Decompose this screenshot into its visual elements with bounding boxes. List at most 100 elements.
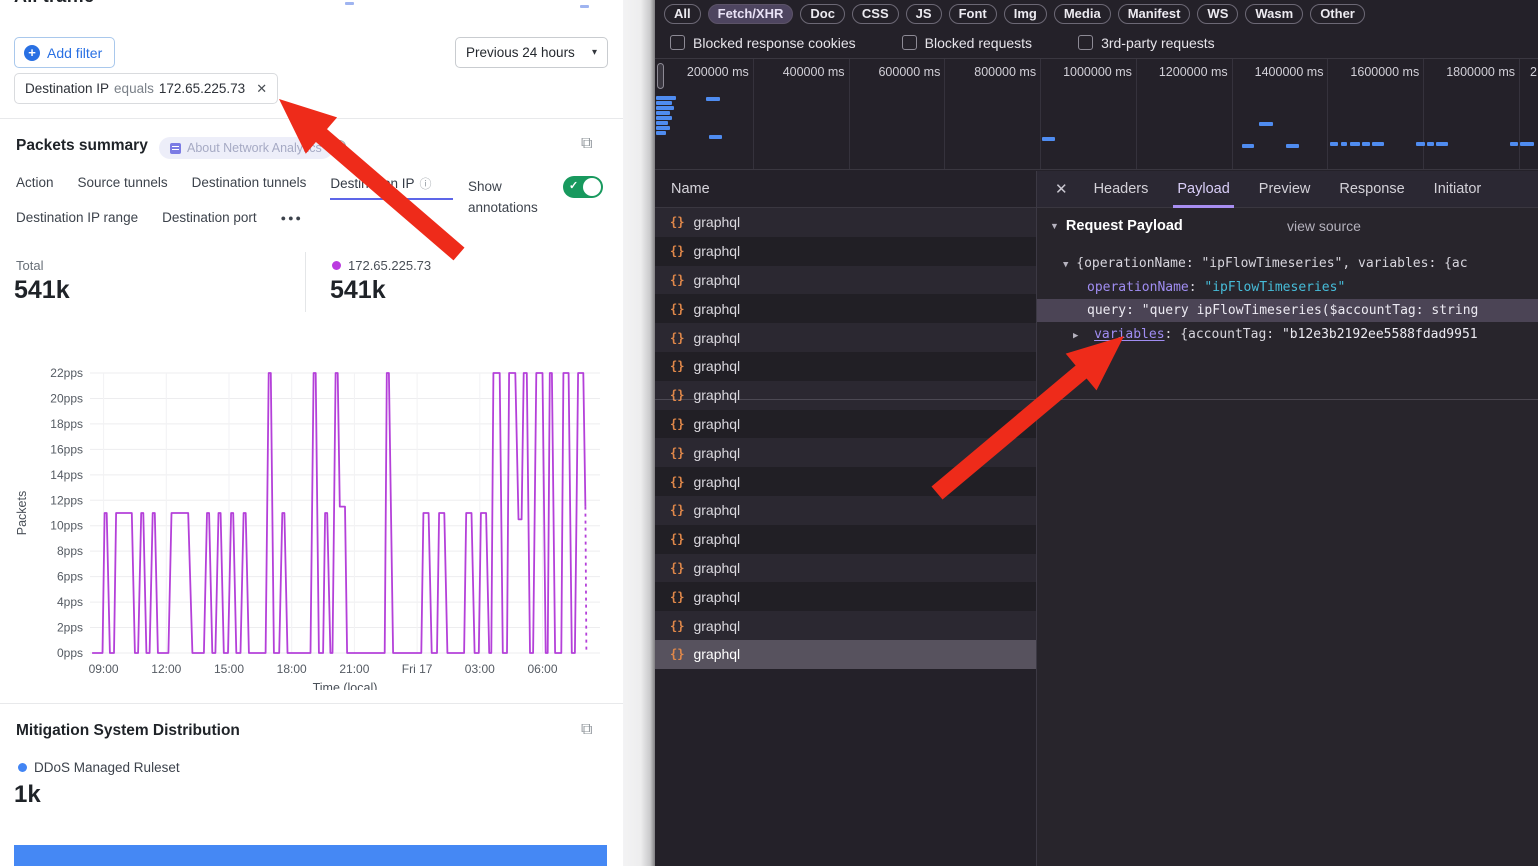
details-tab-initiator[interactable]: Initiator [1434, 171, 1482, 208]
svg-text:12pps: 12pps [50, 493, 83, 507]
request-name: graphql [693, 502, 740, 518]
tab-destination-ip[interactable]: Destination IPⓘ [330, 175, 431, 200]
filter-chip[interactable]: Destination IP equals 172.65.225.73 ✕ [14, 73, 278, 104]
svg-text:12:00: 12:00 [151, 662, 181, 676]
timeline-drag-handle[interactable] [657, 63, 664, 89]
payload-line-query-selected[interactable]: query: "query ipFlowTimeseries($accountT… [1037, 299, 1538, 322]
request-rows: {} graphql {} graphql {} graphql {} graphql {} gr… [655, 208, 1036, 669]
stat-total-value: 541k [14, 276, 70, 305]
chevron-down-icon: ▾ [592, 47, 597, 58]
request-name: graphql [693, 589, 740, 605]
graphql-json-icon: {} [670, 590, 684, 604]
request-row[interactable]: {}graphql [655, 496, 1036, 525]
graphql-json-icon: {} [670, 388, 684, 402]
request-name: graphql [693, 387, 740, 403]
packets-summary-title: Packets summary [16, 137, 148, 155]
graphql-json-icon: {} [670, 475, 684, 489]
add-filter-button[interactable]: + Add filter [14, 37, 115, 68]
request-row[interactable]: {}graphql [655, 410, 1036, 439]
checkbox-icon[interactable] [902, 35, 917, 50]
tabs-overflow-icon[interactable]: ●●● [281, 213, 303, 231]
filter-chip-field: Destination IP [25, 81, 109, 96]
payload-line-variables[interactable]: ▶ variables: {accountTag: "b12e3b2192ee5… [1037, 323, 1538, 346]
time-range-dropdown[interactable]: Previous 24 hours ▾ [455, 37, 608, 68]
request-row[interactable]: {}graphql [655, 525, 1036, 554]
request-name: graphql [693, 618, 740, 634]
request-row[interactable]: {} graphql [655, 582, 1036, 611]
request-row[interactable]: {}graphql [655, 640, 1036, 669]
show-annotations-toggle[interactable]: ✓ [563, 176, 603, 198]
checkbox-icon[interactable] [1078, 35, 1093, 50]
tab-action[interactable]: Action [16, 175, 54, 200]
request-row[interactable]: {}graphql [655, 467, 1036, 496]
expand-card-icon[interactable]: ⧉ [581, 136, 592, 152]
waterfall-mark [1242, 144, 1254, 148]
request-row[interactable]: {}graphql [655, 352, 1036, 381]
request-row[interactable]: {} graphql [655, 381, 1036, 410]
request-name: graphql [693, 416, 740, 432]
close-icon[interactable]: ✕ [1055, 180, 1068, 198]
request-row[interactable]: {}graphql [655, 208, 1036, 237]
filter-pill-css[interactable]: CSS [852, 4, 899, 24]
tab-source-tunnels[interactable]: Source tunnels [78, 175, 168, 200]
tab-destination-tunnels[interactable]: Destination tunnels [192, 175, 307, 200]
waterfall-mark [706, 97, 720, 101]
svg-text:09:00: 09:00 [89, 662, 119, 676]
expand-card-icon[interactable]: ⧉ [581, 722, 592, 738]
svg-text:22pps: 22pps [50, 366, 83, 380]
waterfall-mark [1330, 142, 1338, 146]
request-row[interactable]: {}graphql [655, 266, 1036, 295]
waterfall-mark [1259, 122, 1273, 126]
waterfall-mark [1416, 142, 1425, 146]
filter-pill-ws[interactable]: WS [1197, 4, 1238, 24]
payload-line-root[interactable]: ▼ {operationName: "ipFlowTimeseries", va… [1037, 252, 1538, 275]
request-row[interactable]: {}graphql [655, 294, 1036, 323]
about-network-analytics-badge[interactable]: About Network Analytics [159, 137, 333, 159]
filter-pill-manifest[interactable]: Manifest [1118, 4, 1191, 24]
waterfall-mark [1286, 144, 1299, 148]
name-column-header[interactable]: Name [655, 171, 1036, 208]
details-tab-response[interactable]: Response [1339, 171, 1404, 208]
info-icon[interactable]: ⓘ [419, 177, 431, 191]
triangle-right-icon[interactable]: ▶ [1073, 331, 1078, 341]
tab-destination-port[interactable]: Destination port [162, 210, 257, 233]
filter-pill-other[interactable]: Other [1310, 4, 1365, 24]
request-row[interactable]: {}graphql [655, 611, 1036, 640]
filter-pill-img[interactable]: Img [1004, 4, 1047, 24]
remove-filter-icon[interactable]: ✕ [256, 81, 267, 97]
request-name: graphql [693, 272, 740, 288]
checkbox-3rd-party-requests[interactable]: 3rd-party requests [1078, 35, 1215, 51]
svg-text:0pps: 0pps [57, 646, 83, 660]
details-tab-headers[interactable]: Headers [1094, 171, 1149, 208]
timeline-tick-label: 800000 ms [945, 59, 1041, 169]
request-row[interactable]: {}graphql [655, 554, 1036, 583]
request-row[interactable]: {}graphql [655, 323, 1036, 352]
filter-pill-js[interactable]: JS [906, 4, 942, 24]
filter-pill-fetch-xhr[interactable]: Fetch/XHR [708, 4, 794, 24]
packets-summary-tabs-row1: Action Source tunnels Destination tunnels D… [16, 175, 431, 200]
details-tab-payload[interactable]: Payload [1177, 171, 1229, 208]
checkbox-blocked-requests[interactable]: Blocked requests [902, 35, 1032, 51]
request-row[interactable]: {}graphql [655, 438, 1036, 467]
checkbox-blocked-response-cookies[interactable]: Blocked response cookies [670, 35, 856, 51]
details-tab-preview[interactable]: Preview [1259, 171, 1311, 208]
waterfall-mark [709, 135, 722, 139]
network-overview-timeline[interactable]: 200000 ms400000 ms600000 ms800000 ms1000… [655, 58, 1538, 170]
request-row[interactable]: {}graphql [655, 237, 1036, 266]
request-payload-section[interactable]: ▼ Request Payload [1050, 218, 1183, 234]
graphql-json-icon: {} [670, 446, 684, 460]
filter-pill-wasm[interactable]: Wasm [1245, 4, 1303, 24]
checkbox-icon[interactable] [670, 35, 685, 50]
filter-pill-font[interactable]: Font [949, 4, 997, 24]
tab-destination-ip-range[interactable]: Destination IP range [16, 210, 138, 233]
screenshot-root: All traffic + Add filter Previous 24 hou… [0, 0, 1538, 866]
filter-pill-media[interactable]: Media [1054, 4, 1111, 24]
triangle-down-icon[interactable]: ▼ [1063, 260, 1068, 270]
view-source-link[interactable]: view source [1287, 218, 1361, 234]
checkbox-label: Blocked response cookies [693, 35, 856, 51]
filter-pill-all[interactable]: All [664, 4, 701, 24]
request-name: graphql [693, 358, 740, 374]
filter-pill-doc[interactable]: Doc [800, 4, 845, 24]
svg-text:8pps: 8pps [57, 544, 83, 558]
graphql-json-icon: {} [670, 331, 684, 345]
